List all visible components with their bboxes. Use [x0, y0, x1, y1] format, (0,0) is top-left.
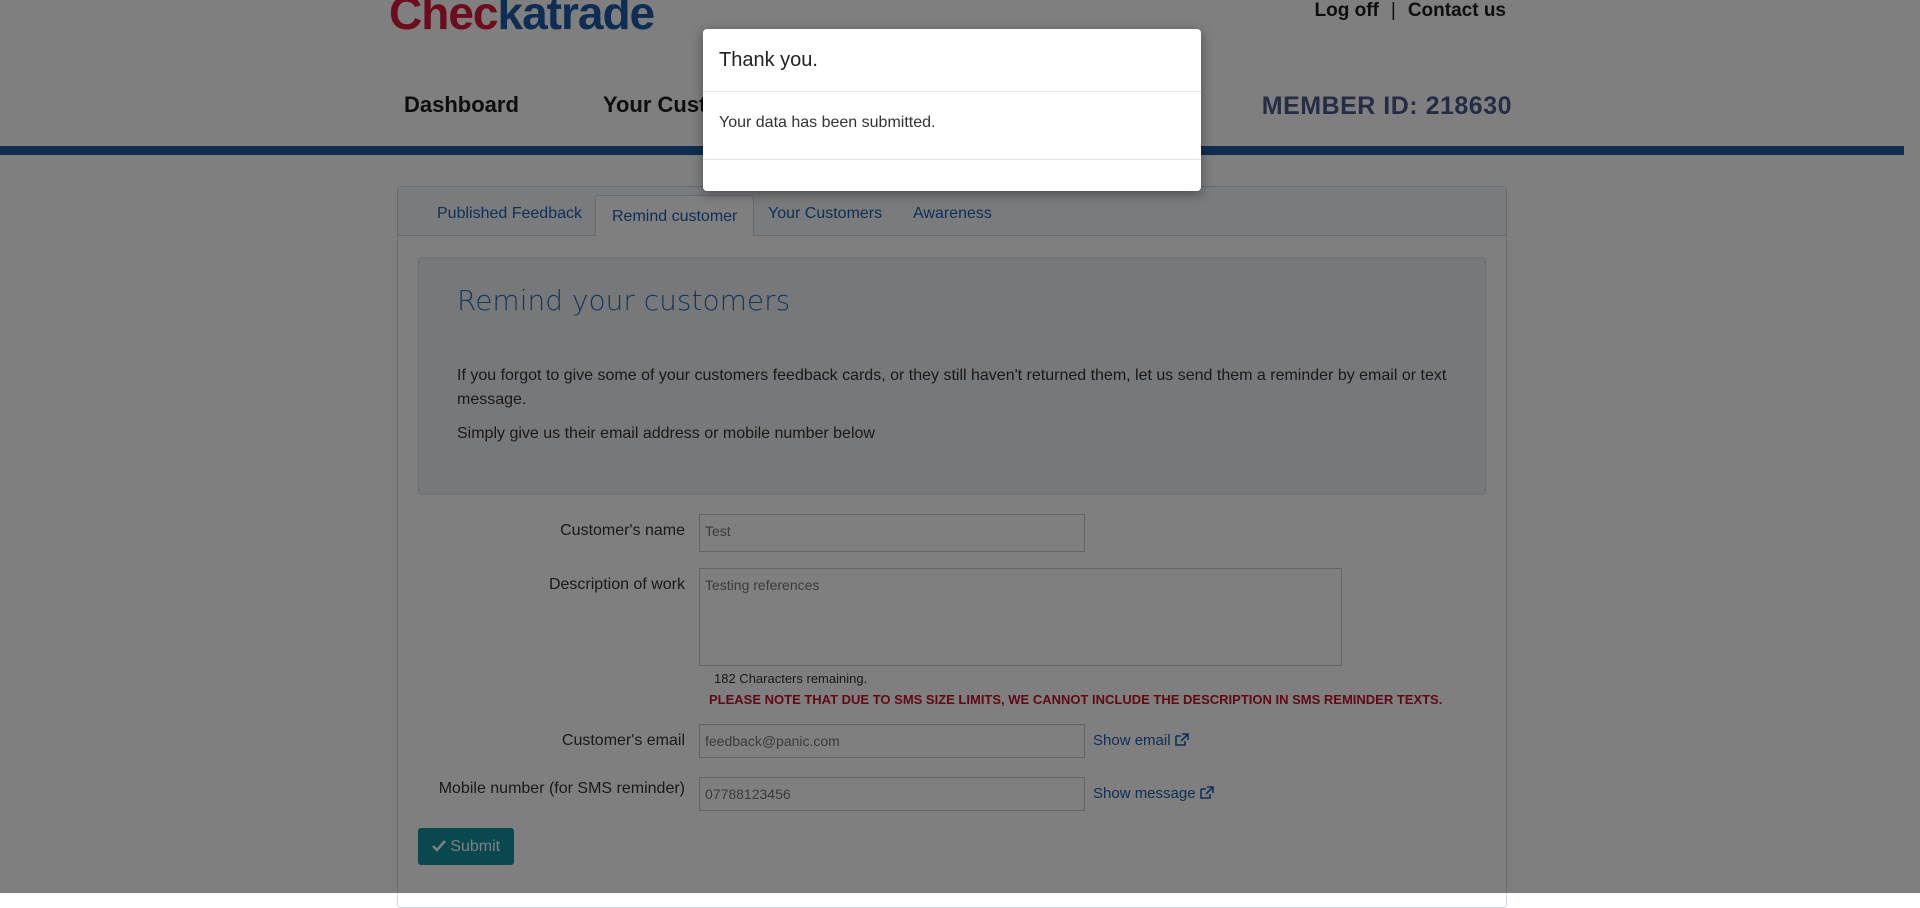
thank-you-modal: Thank you. Your data has been submitted. [703, 29, 1201, 191]
modal-title: Thank you. [719, 49, 818, 71]
modal-header: Thank you. [703, 29, 1201, 92]
modal-message: Your data has been submitted. [719, 114, 936, 131]
modal-body: Your data has been submitted. [703, 92, 1201, 160]
